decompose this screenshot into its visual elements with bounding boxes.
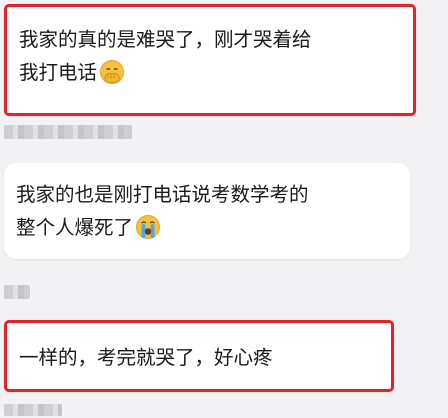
blurred-username [4,125,132,139]
face-with-hand-over-mouth-icon [99,59,125,85]
chat-message-bubble-3[interactable]: 一样的，考完就哭了，好心疼 [4,320,394,392]
blurred-username [4,404,62,416]
chat-message-bubble-2[interactable]: 我家的也是刚打电话说考数学考的 整个人爆死了 [4,163,410,259]
blurred-username [4,285,30,299]
chat-message-bubble-1[interactable]: 我家的真的是难哭了，刚才哭着给 我打电话 [4,4,416,116]
message-text-line: 整个人爆死了 [16,211,400,244]
message-text-line: 我家的也是刚打电话说考数学考的 [16,183,309,206]
message-text-line: 一样的，考完就哭了，好心疼 [19,346,273,369]
message-text-line: 我打电话 [19,56,403,89]
loudly-crying-face-icon [135,214,161,240]
message-text-line: 我家的真的是难哭了，刚才哭着给 [19,28,312,51]
